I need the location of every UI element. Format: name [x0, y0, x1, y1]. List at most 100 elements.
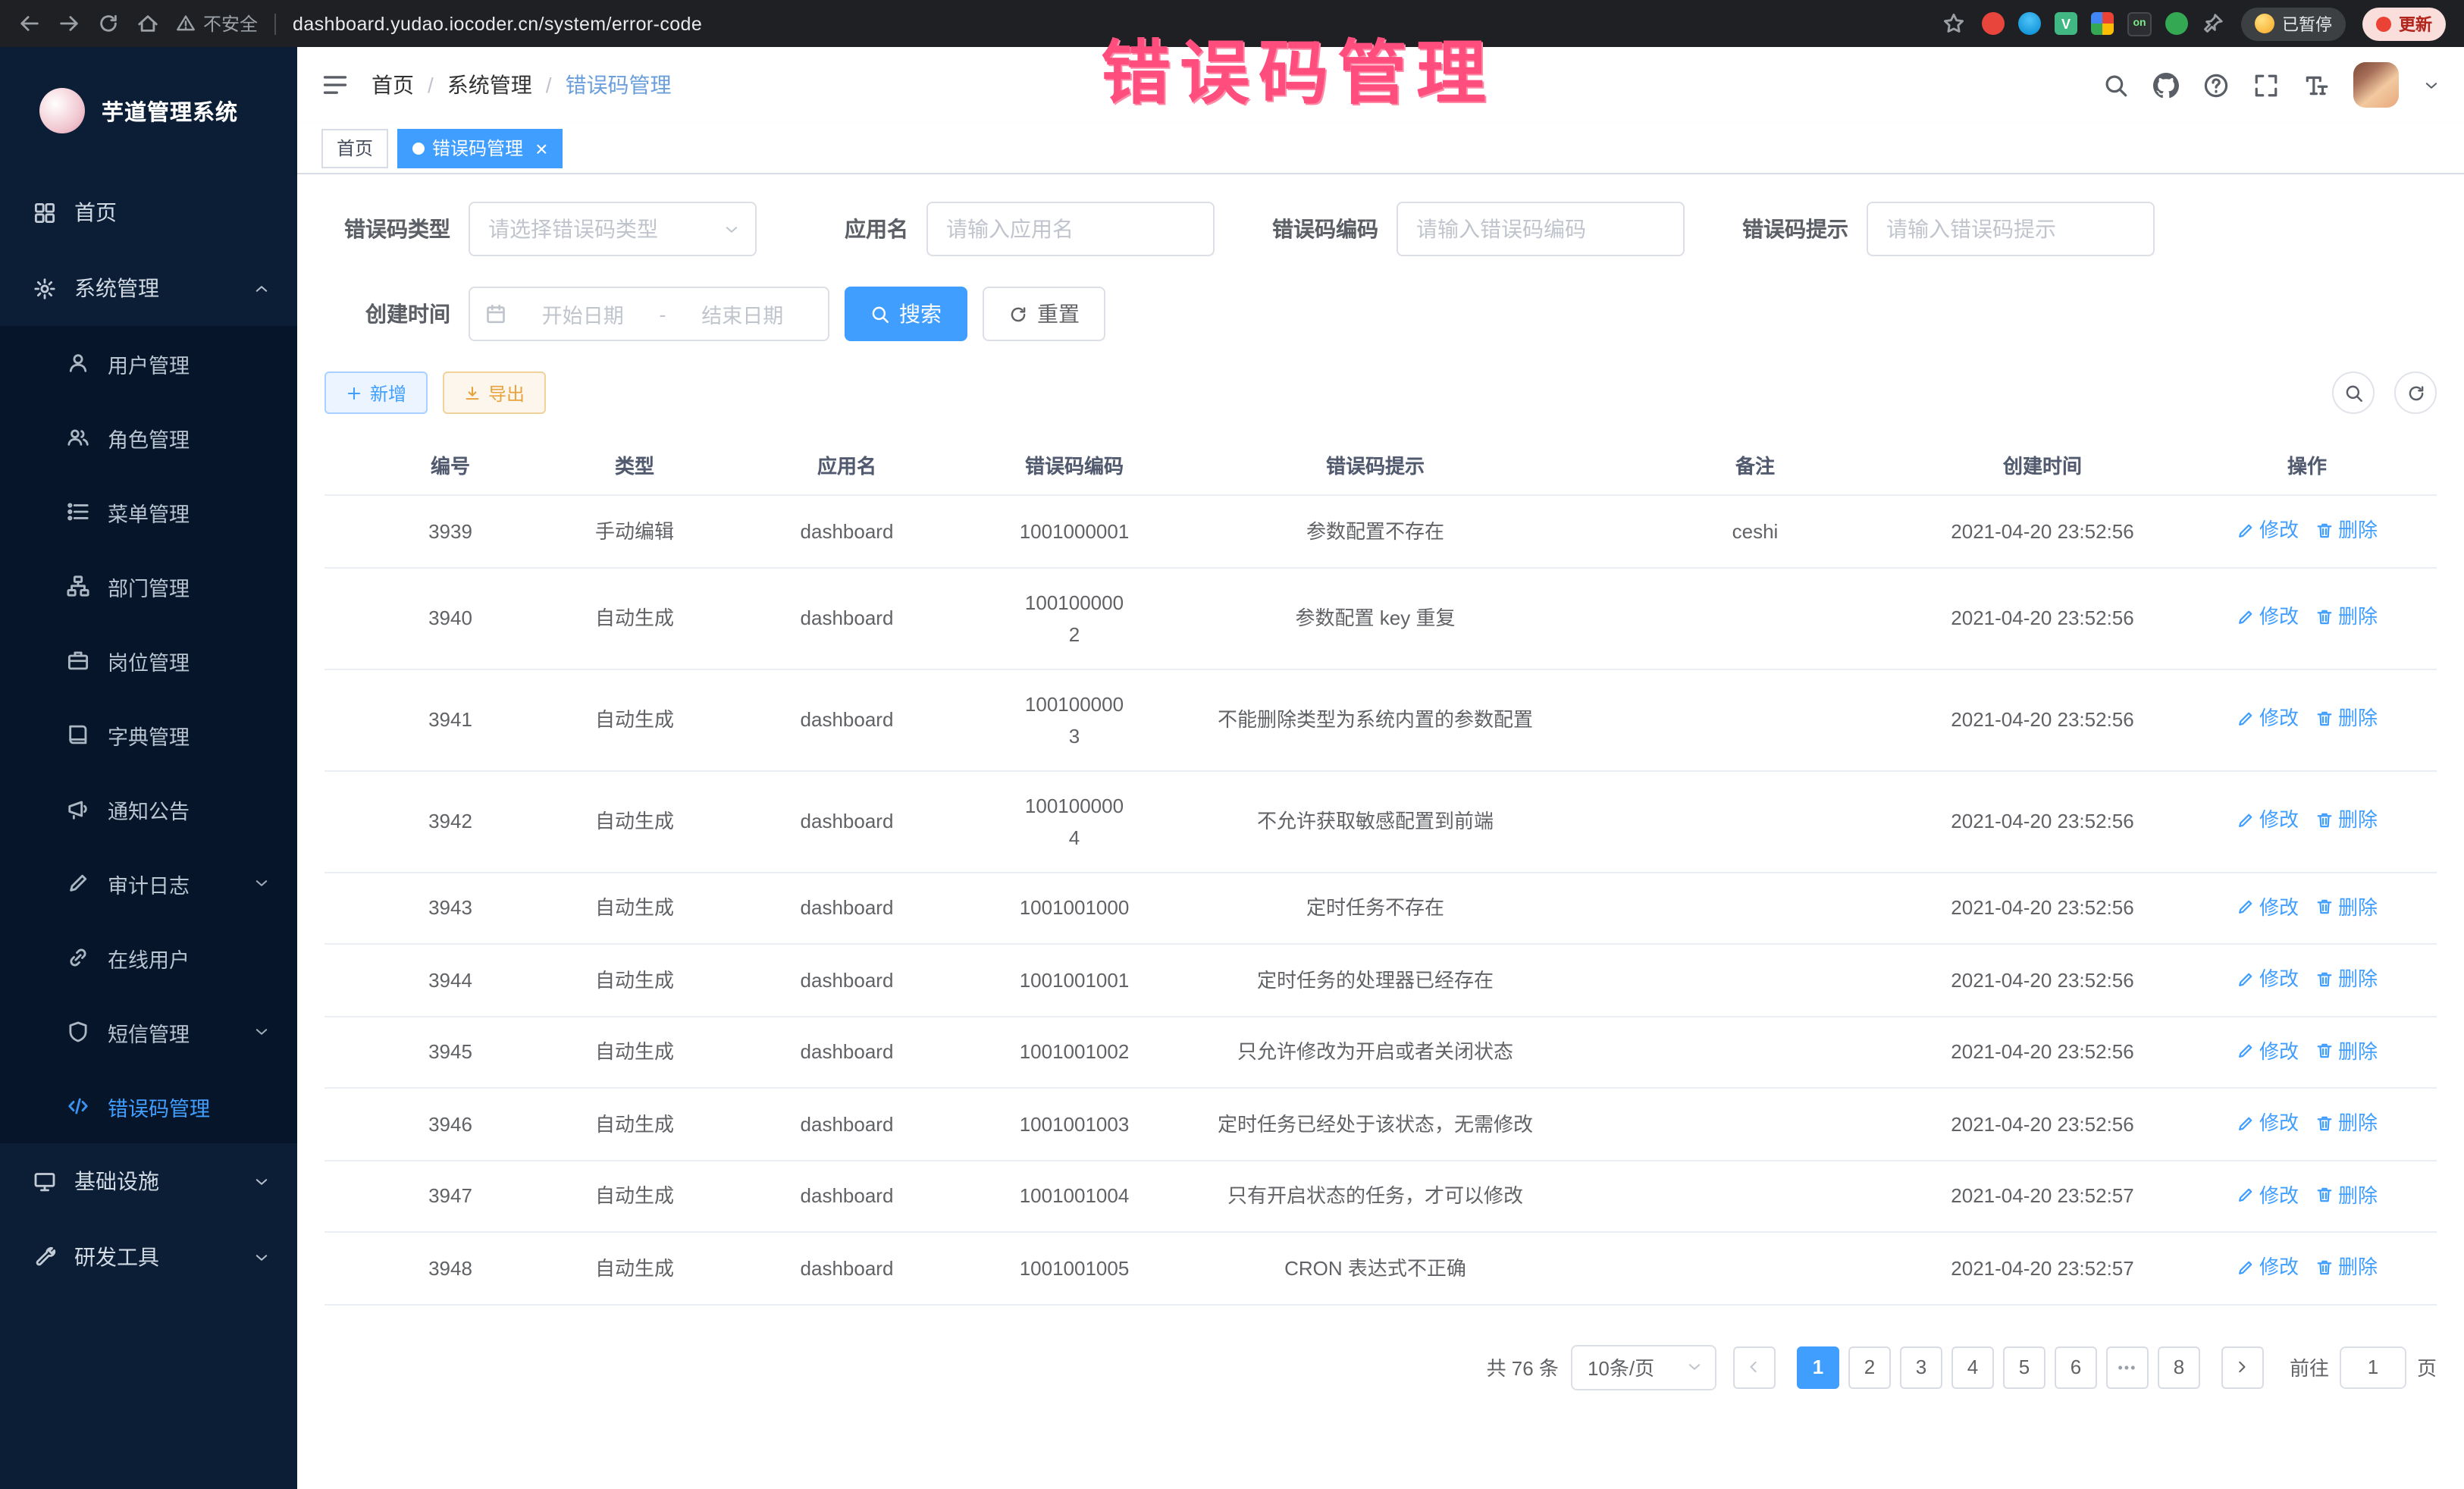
delete-link[interactable]: 删除 — [2315, 514, 2378, 546]
breadcrumb-item[interactable]: 首页 — [371, 70, 414, 100]
sidebar-item-dept-management[interactable]: 部门管理 — [0, 549, 297, 623]
page-button[interactable]: 8 — [2158, 1346, 2200, 1388]
reload-icon[interactable] — [97, 12, 120, 35]
goto-page-input[interactable] — [2340, 1346, 2406, 1388]
delete-link[interactable]: 删除 — [2315, 703, 2378, 735]
delete-link[interactable]: 删除 — [2315, 891, 2378, 923]
page-button[interactable]: 5 — [2003, 1346, 2045, 1388]
extension-icon-red[interactable] — [1982, 12, 2005, 35]
tab-item[interactable]: 首页 — [321, 128, 388, 168]
plus-icon — [346, 384, 362, 401]
extension-icon-teal[interactable] — [2018, 12, 2041, 35]
page-button[interactable]: 1 — [1797, 1346, 1839, 1388]
error-code-input[interactable] — [1397, 202, 1685, 256]
edit-link[interactable]: 修改 — [2237, 703, 2299, 735]
app-logo[interactable]: 芋道管理系统 — [0, 47, 297, 174]
avatar-caret-icon[interactable] — [2423, 77, 2440, 93]
page-button[interactable]: 6 — [2055, 1346, 2097, 1388]
sidebar-item-system-management[interactable]: 系统管理 — [0, 250, 297, 326]
tab-active[interactable]: 错误码管理× — [397, 128, 563, 168]
edit-link[interactable]: 修改 — [2237, 1107, 2299, 1139]
error-type-select[interactable]: 请选择错误码类型 — [469, 202, 757, 256]
sidebar-item-dict-management[interactable]: 字典管理 — [0, 697, 297, 772]
browser-home-icon[interactable] — [136, 12, 159, 35]
page-size-select[interactable]: 10条/页 — [1571, 1344, 1716, 1390]
edit-link[interactable]: 修改 — [2237, 963, 2299, 995]
back-icon[interactable] — [18, 12, 41, 35]
edit-link[interactable]: 修改 — [2237, 804, 2299, 836]
prev-page-button[interactable] — [1733, 1346, 1776, 1388]
cell-type: 自动生成 — [576, 567, 693, 669]
extension-icon-green[interactable] — [2165, 12, 2188, 35]
sidebar-item-infrastructure[interactable]: 基础设施 — [0, 1143, 297, 1219]
add-button[interactable]: 新增 — [324, 371, 428, 414]
extension-on-badge[interactable]: on — [2127, 11, 2152, 36]
sidebar-item-notice-management[interactable]: 通知公告 — [0, 772, 297, 846]
user-avatar[interactable] — [2353, 62, 2399, 108]
edit-link-label: 修改 — [2259, 1179, 2299, 1211]
page-ellipsis[interactable]: ••• — [2106, 1346, 2149, 1388]
edit-link[interactable]: 修改 — [2237, 514, 2299, 546]
header-search-icon[interactable] — [2103, 72, 2129, 98]
sidebar-item-dev-tools[interactable]: 研发工具 — [0, 1219, 297, 1295]
bookmark-star-icon[interactable] — [1942, 12, 1965, 35]
sidebar-toggle-icon[interactable] — [321, 71, 349, 99]
delete-link[interactable]: 删除 — [2315, 1179, 2378, 1211]
search-button[interactable]: 搜索 — [845, 287, 967, 341]
sidebar-item-home[interactable]: 首页 — [0, 174, 297, 250]
delete-link[interactable]: 删除 — [2315, 1107, 2378, 1139]
help-icon[interactable] — [2203, 72, 2229, 98]
edit-link-label: 修改 — [2259, 1107, 2299, 1139]
url-text[interactable]: dashboard.yudao.iocoder.cn/system/error-… — [293, 13, 702, 34]
forward-icon[interactable] — [58, 12, 80, 35]
delete-link-label: 删除 — [2338, 891, 2378, 923]
toggle-search-button[interactable] — [2332, 371, 2375, 414]
org-tree-icon — [67, 575, 89, 597]
edit-link[interactable]: 修改 — [2237, 1035, 2299, 1067]
edit-link[interactable]: 修改 — [2237, 1179, 2299, 1211]
sidebar-item-user-management[interactable]: 用户管理 — [0, 326, 297, 400]
sidebar-item-label: 通知公告 — [108, 794, 190, 824]
reset-button[interactable]: 重置 — [983, 287, 1105, 341]
close-icon[interactable]: × — [535, 137, 547, 158]
delete-link[interactable]: 删除 — [2315, 1035, 2378, 1067]
sidebar-item-post-management[interactable]: 岗位管理 — [0, 623, 297, 697]
page-button[interactable]: 2 — [1848, 1346, 1891, 1388]
sidebar-item-sms-management[interactable]: 短信管理 — [0, 995, 297, 1069]
create-time-range-picker[interactable]: 开始日期 - 结束日期 — [469, 287, 829, 341]
fullscreen-icon[interactable] — [2253, 72, 2279, 98]
delete-link[interactable]: 删除 — [2315, 1251, 2378, 1283]
sidebar-item-online-users[interactable]: 在线用户 — [0, 920, 297, 995]
profile-badge[interactable]: 已暂停 — [2241, 7, 2346, 40]
extension-icon-grid[interactable] — [2091, 12, 2114, 35]
extensions-pin-icon[interactable] — [2202, 12, 2224, 35]
export-button[interactable]: 导出 — [443, 371, 546, 414]
delete-link[interactable]: 删除 — [2315, 601, 2378, 633]
breadcrumb-item[interactable]: 系统管理 — [447, 70, 532, 100]
edit-link[interactable]: 修改 — [2237, 1251, 2299, 1283]
edit-link[interactable]: 修改 — [2237, 601, 2299, 633]
github-icon[interactable] — [2153, 72, 2179, 98]
sidebar-item-label: 岗位管理 — [108, 645, 190, 676]
sidebar-item-error-code-management[interactable]: 错误码管理 — [0, 1069, 297, 1143]
font-size-icon[interactable] — [2303, 72, 2329, 98]
vue-devtools-icon[interactable] — [2055, 12, 2077, 35]
column-header: 创建时间 — [1908, 435, 2177, 495]
page-button[interactable]: 3 — [1900, 1346, 1942, 1388]
refresh-table-button[interactable] — [2394, 371, 2437, 414]
next-page-button[interactable] — [2221, 1346, 2264, 1388]
sidebar-item-label: 用户管理 — [108, 348, 190, 378]
app-name-input[interactable] — [926, 202, 1215, 256]
security-indicator[interactable]: 不安全 — [176, 11, 258, 36]
cell-remark — [1603, 944, 1908, 1016]
edit-link[interactable]: 修改 — [2237, 891, 2299, 923]
sidebar-item-audit-log[interactable]: 审计日志 — [0, 846, 297, 920]
delete-link[interactable]: 删除 — [2315, 804, 2378, 836]
sidebar-item-menu-management[interactable]: 菜单管理 — [0, 475, 297, 549]
cell-code: 1001001005 — [1001, 1232, 1148, 1304]
page-button[interactable]: 4 — [1951, 1346, 1994, 1388]
error-hint-input[interactable] — [1867, 202, 2155, 256]
sidebar-item-role-management[interactable]: 角色管理 — [0, 400, 297, 475]
delete-link[interactable]: 删除 — [2315, 963, 2378, 995]
update-button[interactable]: 更新 — [2362, 7, 2446, 40]
